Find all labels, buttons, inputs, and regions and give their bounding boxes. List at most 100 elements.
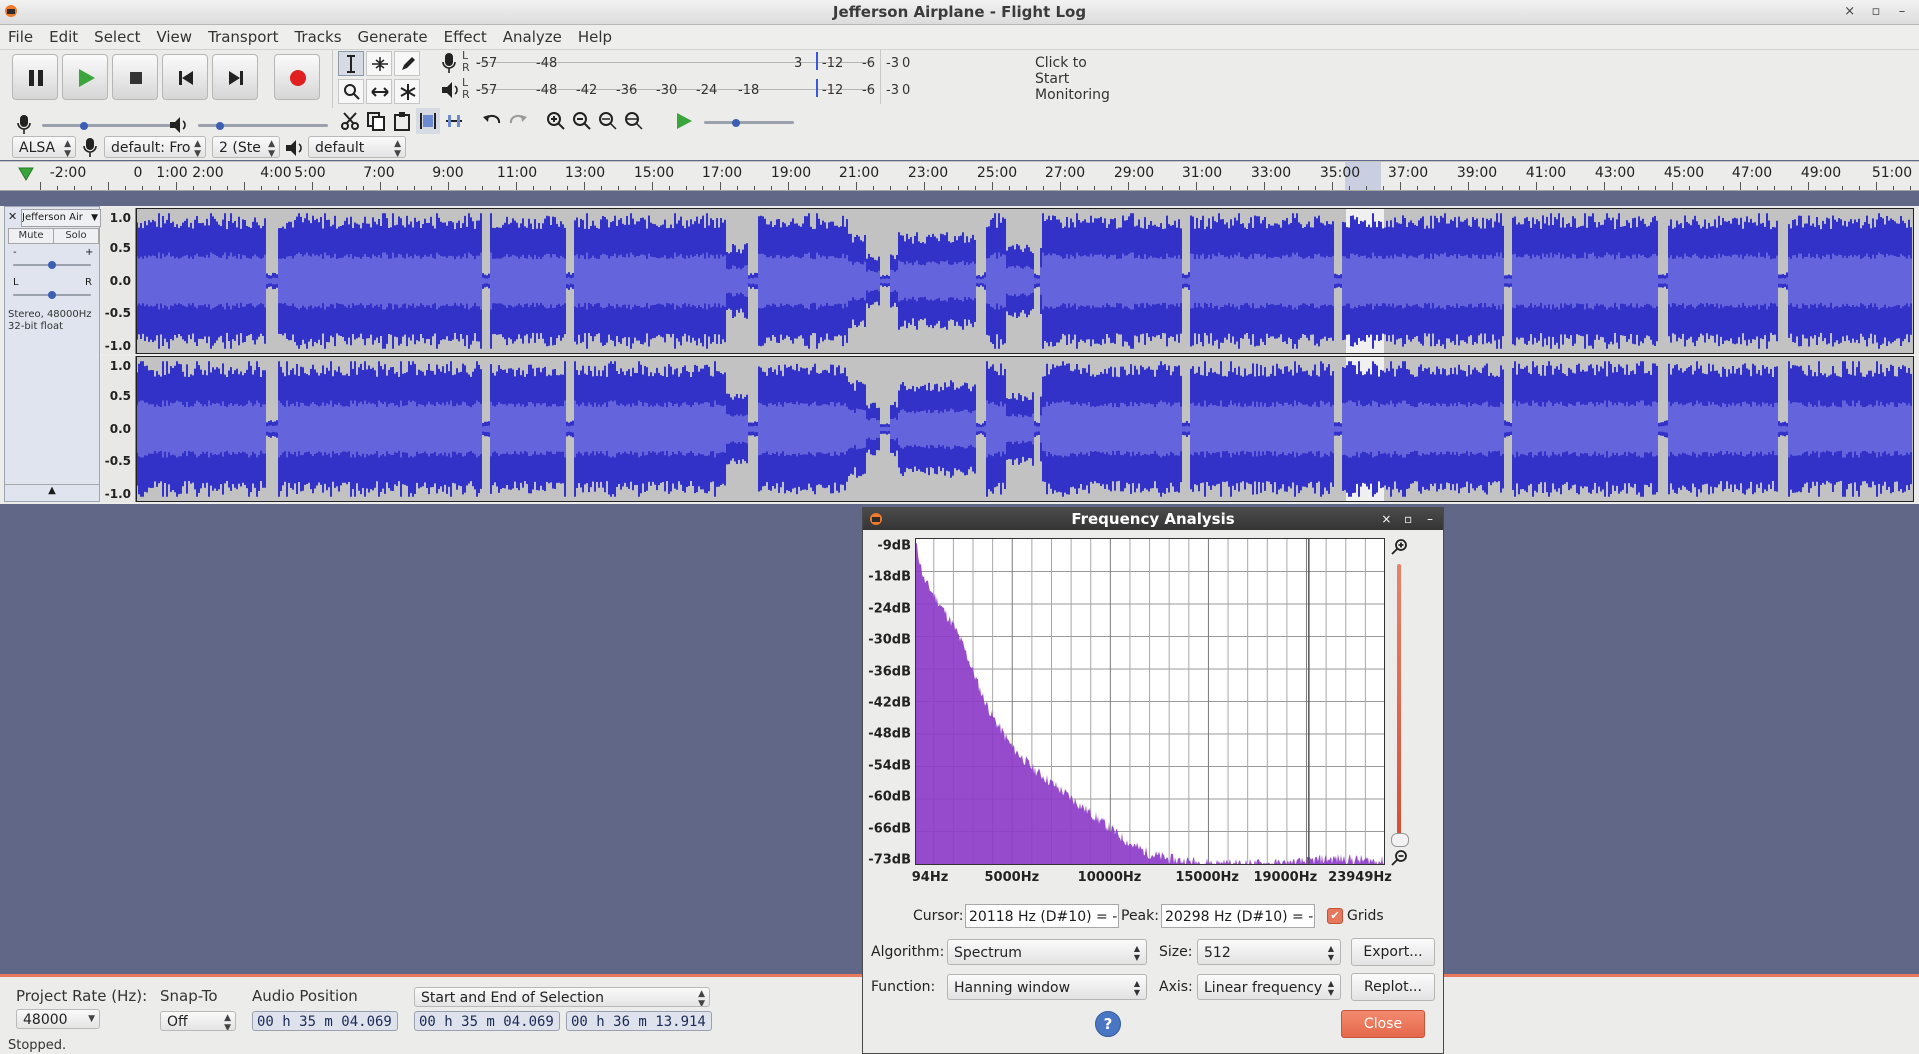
fit-project-button[interactable]	[622, 108, 646, 134]
start-monitoring-label[interactable]: Click to Start Monitoring	[1032, 55, 1113, 103]
audio-host-select[interactable]: ALSA ▲ ▼	[12, 136, 76, 158]
timeline-tick-mark	[1264, 182, 1265, 190]
peak-value-field[interactable]: 20298 Hz (D#10) = -7	[1161, 904, 1315, 928]
timeline-tick-mark	[584, 182, 585, 190]
timeline-tick-mark	[907, 186, 908, 190]
collapse-track-button[interactable]: ▲	[5, 484, 99, 501]
selection-tool[interactable]	[338, 51, 364, 76]
selection-mode-select[interactable]: Start and End of Selection ▲ ▼	[414, 987, 710, 1007]
export-button[interactable]: Export...	[1351, 938, 1435, 966]
zoom-in-button[interactable]	[544, 108, 568, 134]
recording-device-select[interactable]: default: Fro ▲ ▼	[104, 136, 206, 158]
audio-position-field[interactable]: 00 h 35 m 04.069 s	[252, 1011, 398, 1031]
silence-button[interactable]	[442, 108, 466, 134]
y-axis-tick-label: -36dB	[868, 664, 911, 680]
menu-generate[interactable]: Generate	[350, 25, 436, 49]
dialog-close-icon[interactable]: ×	[1377, 508, 1395, 530]
mute-button[interactable]: Mute	[8, 228, 54, 244]
gain-knob[interactable]	[48, 261, 56, 269]
close-button[interactable]: Close	[1341, 1010, 1425, 1038]
recording-channels-select[interactable]: 2 (Ste ▲ ▼	[212, 136, 280, 158]
envelope-tool[interactable]	[366, 51, 392, 76]
time-shift-tool[interactable]	[366, 79, 392, 104]
zoom-out-icon[interactable]	[1391, 849, 1409, 867]
menu-help[interactable]: Help	[570, 25, 620, 49]
timeline-tick-mark	[1774, 186, 1775, 190]
track-close-icon[interactable]: ✕	[8, 210, 17, 223]
trim-button[interactable]	[416, 108, 440, 134]
play-head-icon[interactable]	[18, 166, 34, 182]
vertical-ruler-left[interactable]: 1.0 0.5 0.0 -0.5 -1.0	[101, 208, 136, 354]
menu-transport[interactable]: Transport	[200, 25, 286, 49]
zoom-out-button[interactable]	[570, 108, 594, 134]
playback-volume-knob[interactable]	[216, 122, 224, 130]
timeline-tick-mark	[108, 182, 109, 190]
waveform-left-channel[interactable]	[136, 208, 1914, 354]
window-minimize-button[interactable]: –	[1891, 0, 1913, 24]
redo-button[interactable]	[506, 108, 530, 134]
menu-tracks[interactable]: Tracks	[286, 25, 349, 49]
algorithm-select[interactable]: Spectrum ▲ ▼	[947, 939, 1147, 965]
play-button[interactable]	[62, 54, 108, 100]
dialog-maximize-icon[interactable]: ▫	[1399, 508, 1417, 530]
timeline-ruler[interactable]: -2:00 0 1:00 2:00 4:00 5:00 7:00 9:00 11:00 13:00…	[0, 161, 1919, 191]
window-maximize-button[interactable]: ▫	[1865, 0, 1887, 24]
zoom-tool[interactable]	[338, 79, 364, 104]
play-speed-slider[interactable]	[704, 121, 794, 124]
multi-tool[interactable]	[394, 79, 420, 104]
pan-knob[interactable]	[48, 291, 56, 299]
cut-button[interactable]	[338, 108, 362, 134]
copy-button[interactable]	[364, 108, 388, 134]
solo-button[interactable]: Solo	[53, 228, 99, 244]
cursor-value-field[interactable]: 20118 Hz (D#10) = -7	[965, 904, 1119, 928]
play-speed-knob[interactable]	[732, 119, 740, 127]
menu-effect[interactable]: Effect	[436, 25, 495, 49]
timeline-tick-mark	[1383, 186, 1384, 190]
skip-to-end-button[interactable]	[212, 54, 258, 100]
window-close-button[interactable]: ×	[1839, 0, 1861, 24]
vertical-zoom-knob[interactable]	[1391, 833, 1409, 847]
record-button[interactable]	[274, 54, 320, 100]
draw-tool[interactable]	[394, 51, 420, 76]
timeline-tick-label: 1:00	[156, 165, 188, 181]
project-rate-select[interactable]: 48000 ▼	[16, 1009, 100, 1029]
vertical-zoom-slider[interactable]	[1397, 564, 1401, 844]
vertical-ruler-right[interactable]: 1.0 0.5 0.0 -0.5 -1.0	[101, 356, 136, 502]
track-name-menu[interactable]: Jefferson Air ▼	[21, 209, 101, 227]
axis-select[interactable]: Linear frequency ▲ ▼	[1197, 974, 1341, 1000]
undo-button[interactable]	[480, 108, 504, 134]
record-meter[interactable]: LR -57 -48 3 -12 -6 -3 0 Click to Start …	[440, 50, 1113, 103]
playback-scale-tick: -6	[862, 83, 875, 98]
dialog-minimize-icon[interactable]: –	[1421, 508, 1439, 530]
recording-volume-slider[interactable]	[42, 124, 172, 127]
help-button[interactable]: ?	[1095, 1011, 1121, 1037]
paste-button[interactable]	[390, 108, 414, 134]
menu-file[interactable]: File	[0, 25, 41, 49]
menu-edit[interactable]: Edit	[41, 25, 86, 49]
selection-start-field[interactable]: 00 h 35 m 04.069 s	[414, 1011, 560, 1031]
menu-view[interactable]: View	[148, 25, 200, 49]
timeline-tick-mark	[193, 186, 194, 190]
timeline-tick-mark	[873, 186, 874, 190]
spectrum-plot[interactable]	[915, 538, 1385, 865]
menu-bar: File Edit Select View Transport Tracks Generat…	[0, 25, 1919, 50]
skip-to-start-button[interactable]	[162, 54, 208, 100]
menu-analyze[interactable]: Analyze	[495, 25, 570, 49]
stop-button[interactable]	[112, 54, 158, 100]
grids-checkbox[interactable]: ✔	[1327, 908, 1343, 924]
playback-device-select[interactable]: default ▲ ▼	[308, 136, 406, 158]
timeline-tick-mark	[1655, 186, 1656, 190]
playback-meter[interactable]: LR -57 -48 -42 -36 -30 -24 -18 -12 -6 -3…	[440, 77, 910, 103]
play-at-speed-button[interactable]	[672, 108, 696, 134]
recording-volume-knob[interactable]	[80, 122, 88, 130]
pause-button[interactable]	[12, 54, 58, 100]
window-function-select[interactable]: Hanning window ▲ ▼	[947, 974, 1147, 1000]
replot-button[interactable]: Replot...	[1351, 973, 1435, 1001]
waveform-right-channel[interactable]	[136, 356, 1914, 502]
zoom-in-icon[interactable]	[1391, 538, 1409, 556]
fit-selection-button[interactable]	[596, 108, 620, 134]
snap-to-select[interactable]: Off ▲ ▼	[160, 1011, 236, 1031]
selection-end-field[interactable]: 00 h 36 m 13.914 s	[566, 1011, 712, 1031]
menu-select[interactable]: Select	[86, 25, 148, 49]
size-select[interactable]: 512 ▲ ▼	[1197, 939, 1341, 965]
